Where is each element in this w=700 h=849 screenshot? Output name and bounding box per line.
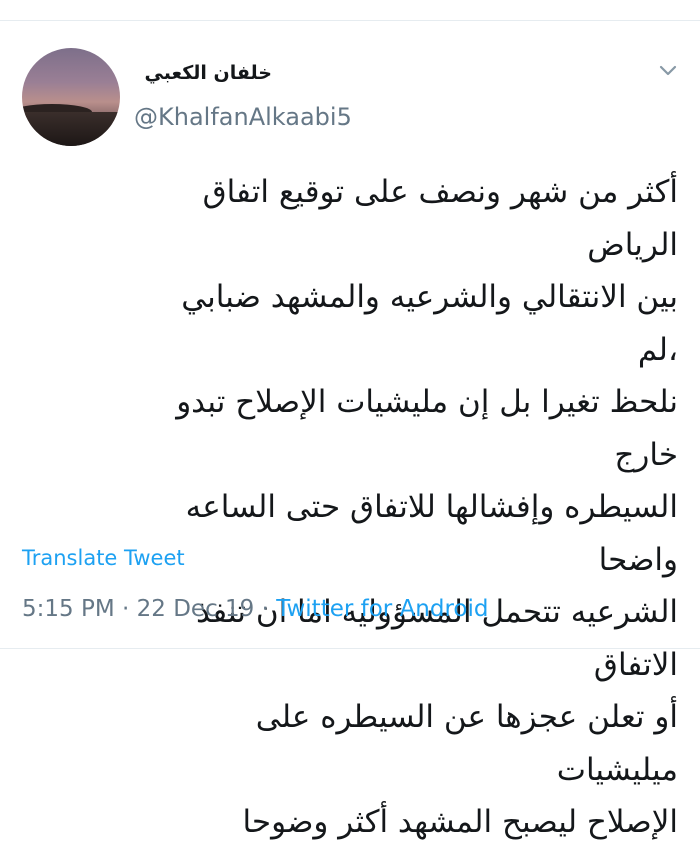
display-name[interactable]: خلفان الكعبي: [132, 62, 273, 84]
bottom-divider: [0, 648, 700, 649]
meta-separator: ·: [122, 596, 130, 622]
tweet-meta: 5:15 PM · 22 Dec 19 · Twitter for Androi…: [22, 596, 489, 622]
meta-separator: ·: [261, 596, 269, 622]
tweet-source-link[interactable]: Twitter for Android: [276, 596, 488, 622]
user-handle[interactable]: @KhalfanAlkaabi5: [134, 103, 352, 131]
tweet-time: 5:15 PM: [22, 596, 115, 622]
chevron-down-icon[interactable]: [658, 64, 678, 78]
translate-tweet-link[interactable]: Translate Tweet: [22, 546, 185, 570]
tweet-date: 22 Dec 19: [136, 596, 255, 622]
tweet-text: أكثر من شهر ونصف على توقيع اتفاق الرياض …: [176, 174, 678, 840]
top-divider: [0, 20, 700, 21]
avatar[interactable]: [22, 48, 120, 146]
avatar-ground: [22, 112, 120, 146]
